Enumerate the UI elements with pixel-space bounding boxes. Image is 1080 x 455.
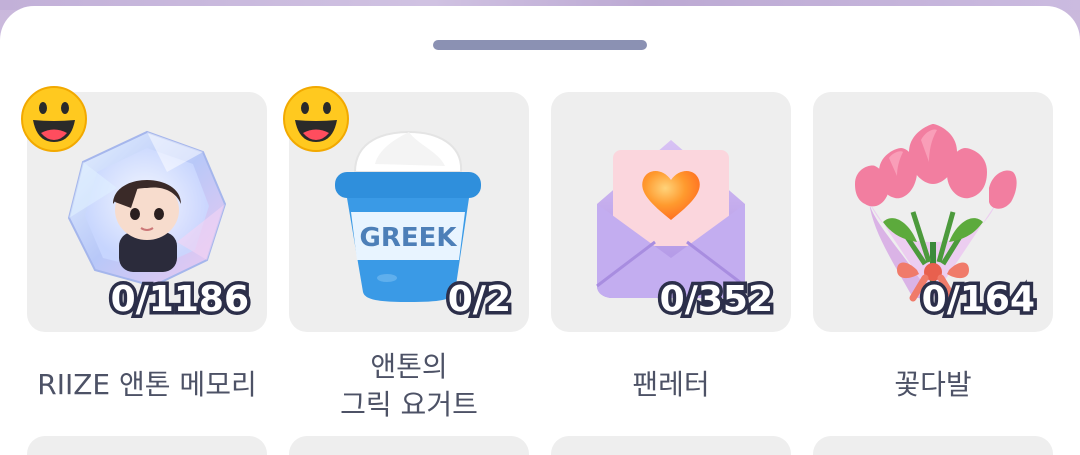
item-label: RIIZE 앤톤 메모리	[37, 368, 257, 401]
collection-count: 0/352	[656, 276, 776, 324]
collection-count: 0/1186	[107, 276, 252, 324]
item-label: 팬레터	[632, 368, 710, 401]
item-label: 꽃다발	[894, 368, 972, 401]
item-label: 앤톤의 그릭 요거트	[278, 348, 540, 424]
gift-card-bouquet[interactable]: 0/164	[813, 92, 1053, 332]
smiley-icon	[283, 86, 349, 152]
item-label-line: 그릭 요거트	[340, 388, 478, 421]
gift-card-next-row[interactable]	[27, 436, 267, 455]
sheet-drag-handle[interactable]	[433, 40, 647, 50]
item-label-line: 앤톤의	[370, 350, 448, 383]
collection-count: 0/164	[918, 276, 1038, 324]
gift-card-next-row[interactable]	[551, 436, 791, 455]
gift-card-next-row[interactable]	[813, 436, 1053, 455]
gift-card-next-row[interactable]	[289, 436, 529, 455]
collection-count: 0/2	[444, 276, 514, 324]
gift-card-fanletter[interactable]: 0/352	[551, 92, 791, 332]
svg-text:GREEK: GREEK	[359, 223, 457, 253]
smiley-icon	[21, 86, 87, 152]
